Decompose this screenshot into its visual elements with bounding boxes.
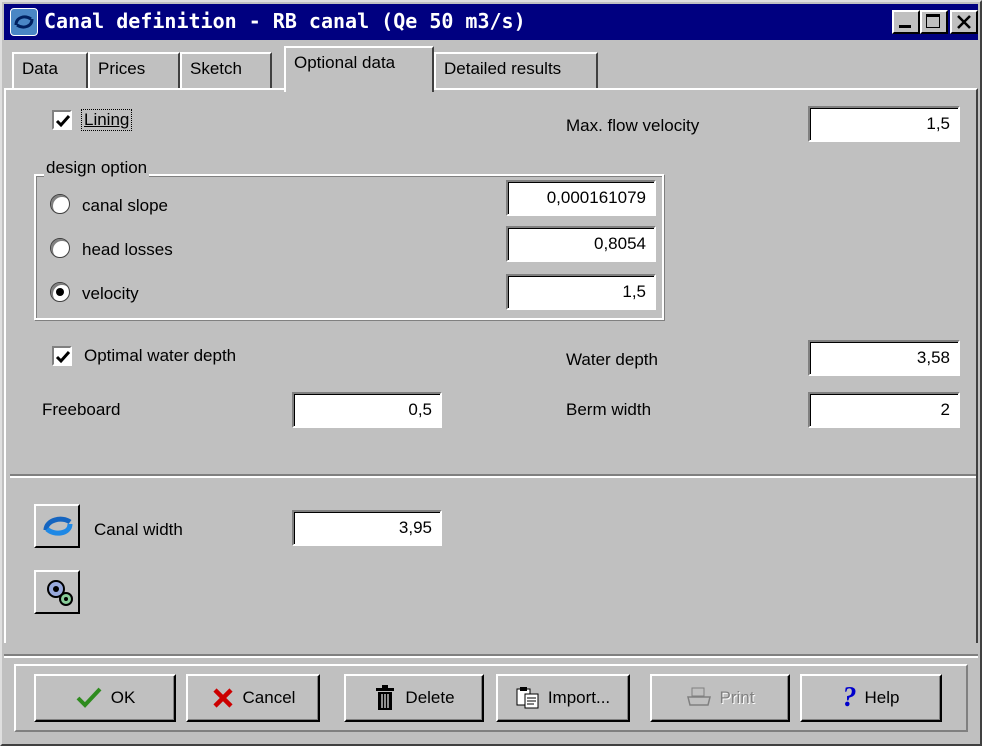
optimal-water-depth-label[interactable]: Optimal water depth: [84, 346, 236, 366]
tab-label: Data: [22, 59, 58, 78]
paste-icon: [516, 687, 539, 709]
radio-selected-dot: [56, 288, 64, 296]
delete-button[interactable]: Delete: [344, 674, 484, 722]
print-button[interactable]: Print: [650, 674, 790, 722]
close-icon: [957, 15, 971, 29]
canal-width-field[interactable]: 3,95: [292, 510, 442, 546]
minimize-icon: [899, 25, 911, 28]
water-depth-field[interactable]: 3,58: [808, 340, 960, 376]
title-bar[interactable]: Canal definition - RB canal (Qe 50 m3/s): [4, 4, 978, 40]
tab-optional-data[interactable]: Optional data: [284, 46, 434, 92]
help-button[interactable]: ? Help: [800, 674, 942, 722]
ok-button[interactable]: OK: [34, 674, 176, 722]
tab-label: Optional data: [294, 53, 396, 72]
trash-icon: [376, 685, 395, 710]
ok-label: OK: [110, 688, 136, 707]
checkmark-icon: [55, 115, 71, 128]
head-losses-field[interactable]: 0,8054: [506, 226, 656, 262]
maximize-icon: [926, 14, 940, 28]
canal-logo-icon: [43, 516, 73, 536]
velocity-label: velocity: [82, 284, 139, 303]
window-title: Canal definition - RB canal (Qe 50 m3/s): [44, 9, 526, 33]
tab-label: Sketch: [190, 59, 242, 78]
question-mark-icon: ?: [842, 682, 857, 713]
import-button[interactable]: Import...: [496, 674, 630, 722]
design-option-legend: design option: [44, 158, 150, 178]
maximize-button[interactable]: [920, 10, 948, 34]
tab-detailed-results[interactable]: Detailed results: [434, 52, 598, 88]
velocity-field[interactable]: 1,5: [506, 274, 656, 310]
cancel-button[interactable]: Cancel: [186, 674, 320, 722]
head-losses-label: head losses: [82, 240, 173, 259]
section-divider: [10, 474, 976, 478]
berm-width-field[interactable]: 2: [808, 392, 960, 428]
water-depth-label: Water depth: [566, 350, 658, 369]
berm-width-label: Berm width: [566, 400, 652, 419]
gears-icon: [47, 580, 73, 606]
tab-sketch[interactable]: Sketch: [180, 52, 272, 88]
velocity-radio[interactable]: [50, 282, 70, 302]
checkmark-icon: [76, 687, 102, 708]
button-area-divider: [4, 654, 978, 658]
app-icon[interactable]: [10, 8, 38, 36]
close-button[interactable]: [950, 10, 978, 34]
canal-slope-radio[interactable]: [50, 194, 70, 214]
checkmark-icon: [55, 351, 71, 364]
print-label: Print: [719, 688, 755, 707]
max-flow-velocity-field[interactable]: 1,5: [808, 106, 960, 142]
freeboard-field[interactable]: 0,5: [292, 392, 442, 428]
max-flow-velocity-label: Max. flow velocity: [566, 116, 700, 135]
x-icon: [212, 688, 233, 708]
minimize-button[interactable]: [892, 10, 920, 34]
head-losses-radio[interactable]: [50, 238, 70, 258]
tab-prices[interactable]: Prices: [88, 52, 180, 88]
lining-label[interactable]: Lining: [80, 109, 133, 131]
canal-slope-field[interactable]: 0,000161079: [506, 180, 656, 216]
freeboard-label: Freeboard: [42, 400, 121, 419]
cancel-label: Cancel: [242, 688, 296, 707]
optimal-water-depth-checkbox[interactable]: [52, 346, 72, 366]
help-label: Help: [864, 688, 900, 707]
tab-data[interactable]: Data: [12, 52, 88, 88]
printer-icon: [686, 687, 711, 706]
lining-checkbox[interactable]: [52, 110, 72, 130]
tab-label: Prices: [98, 59, 146, 78]
settings-button[interactable]: [34, 570, 80, 614]
tab-label: Detailed results: [444, 59, 562, 78]
calculate-canal-width-button[interactable]: [34, 504, 80, 548]
canal-slope-label: canal slope: [82, 196, 169, 215]
import-label: Import...: [547, 688, 611, 707]
delete-label: Delete: [405, 688, 455, 707]
canal-width-label: Canal width: [94, 520, 183, 539]
